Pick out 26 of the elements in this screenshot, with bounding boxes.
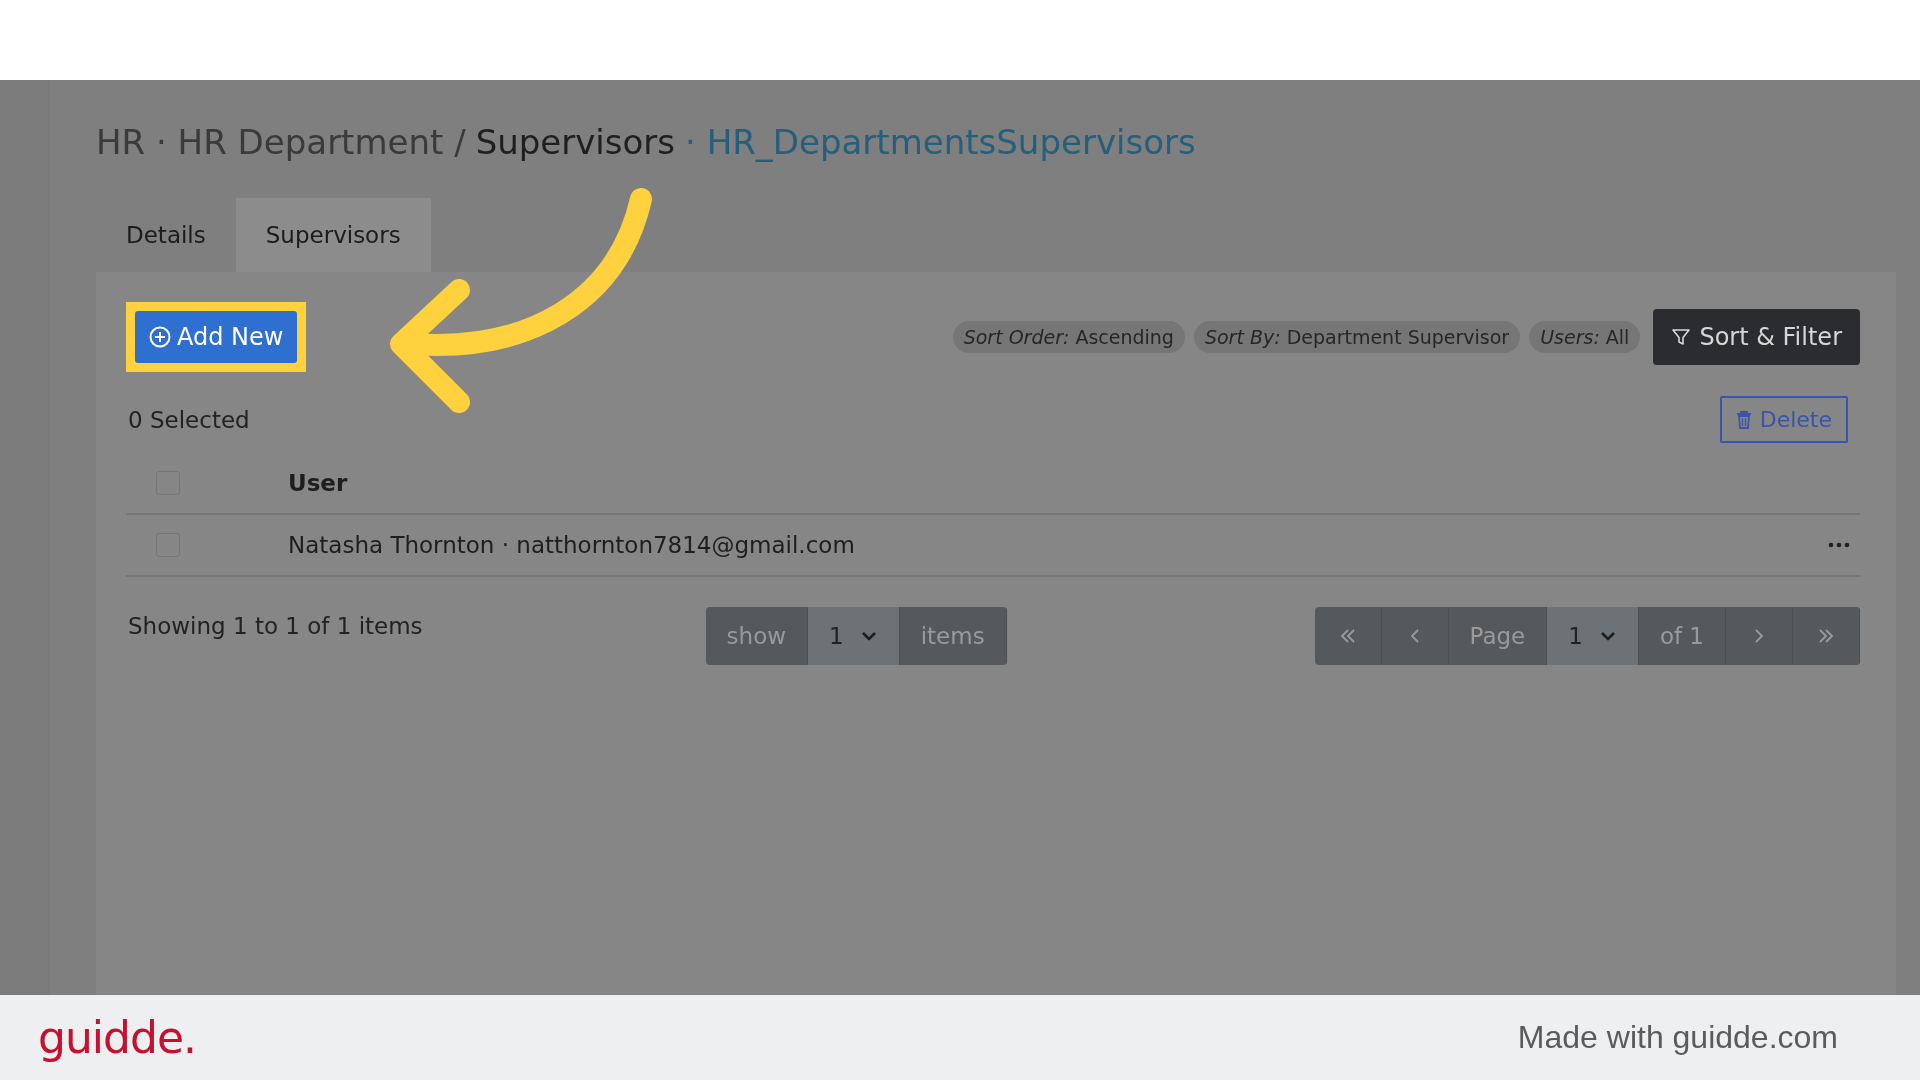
double-chevron-right-icon <box>1817 627 1835 645</box>
breadcrumb-path: HR · HR Department / <box>96 122 466 162</box>
filter-chip: Sort Order: Ascending <box>952 321 1185 353</box>
guidde-logo: guidde. <box>38 1012 196 1063</box>
page-size-select[interactable]: 1 <box>808 607 900 665</box>
tab[interactable]: Details <box>96 198 236 272</box>
items-label: items <box>899 607 1007 665</box>
table-name: · HR_DepartmentsSupervisors <box>685 122 1196 162</box>
tab[interactable]: Supervisors <box>235 198 431 272</box>
filter-chip: Sort By: Department Supervisor <box>1193 321 1521 353</box>
page-count: of 1 <box>1638 607 1726 665</box>
sort-filter-button[interactable]: Sort & Filter <box>1653 309 1860 365</box>
page-select[interactable]: 1 <box>1547 607 1639 665</box>
filter-icon <box>1671 327 1692 347</box>
page-title: Supervisors <box>475 122 675 162</box>
table-cell-text: Natasha Thornton · natthornton7814@gmail.com <box>288 532 856 558</box>
trash-icon <box>1735 410 1752 429</box>
more-options-icon[interactable] <box>1828 542 1850 548</box>
showing-count: Showing 1 to 1 of 1 items <box>128 613 423 639</box>
double-chevron-left-icon <box>1338 627 1357 645</box>
column-header: User <box>288 470 348 496</box>
add-new-button[interactable]: Add New <box>135 311 298 363</box>
filter-chip: Users: All <box>1529 321 1641 353</box>
plus-circle-icon <box>149 326 171 348</box>
selected-count: 0 Selected <box>128 406 250 433</box>
credit-text: Made with guidde.com <box>1517 1019 1838 1056</box>
